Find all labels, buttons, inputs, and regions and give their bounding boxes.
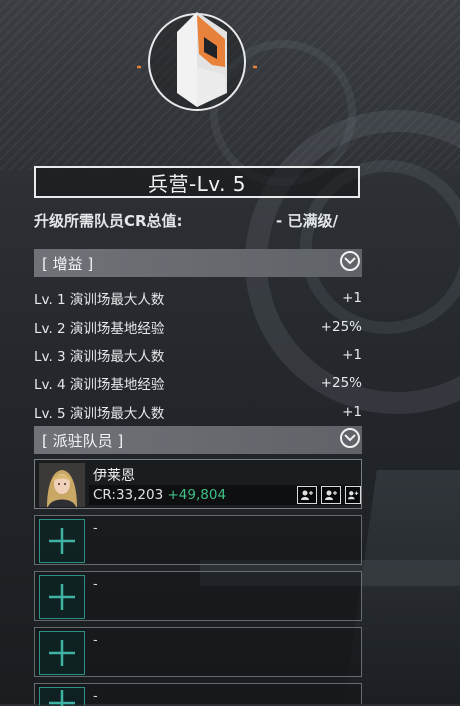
member-avatar (39, 463, 85, 507)
cr-requirement-label: 升级所需队员CR总值: (34, 212, 183, 230)
buff-value: +1 (342, 290, 362, 307)
member-card[interactable]: 伊莱恩 CR:33,203 +49,804 (34, 459, 362, 509)
buff-level: Lv. 4 演训场基地经验 (34, 377, 165, 394)
buff-row: Lv. 5 演训场最大人数 +1 (34, 398, 362, 426)
barracks-emblem-icon (137, 12, 257, 111)
chevron-down-icon[interactable] (340, 251, 360, 271)
building-title: 兵营-Lv. 5 (147, 171, 247, 196)
chevron-down-icon[interactable] (340, 428, 360, 448)
buff-level: Lv. 1 演训场最大人数 (34, 292, 165, 309)
building-title-box: 兵营-Lv. 5 (34, 166, 360, 198)
add-plus-icon[interactable] (39, 631, 85, 675)
slot-placeholder: - (93, 577, 98, 592)
cr-requirement-value: - 已满级/ (276, 212, 338, 230)
slot-placeholder: - (93, 521, 98, 536)
add-plus-icon[interactable] (39, 519, 85, 563)
members-section-title: [ 派驻队员 ] (42, 431, 124, 450)
add-plus-icon[interactable] (39, 575, 85, 619)
empty-member-slot[interactable]: - (34, 571, 362, 621)
buff-level: Lv. 3 演训场最大人数 (34, 348, 165, 365)
add-plus-icon[interactable] (39, 687, 85, 706)
members-section-header[interactable]: [ 派驻队员 ] (34, 426, 362, 454)
buff-value: +25% (320, 375, 362, 392)
buff-row: Lv. 4 演训场基地经验 +25% (34, 369, 362, 397)
member-cr: CR:33,203 +49,804 (93, 487, 227, 503)
empty-member-slot[interactable]: - (34, 515, 362, 565)
user-plus-icon[interactable] (297, 486, 317, 504)
member-cr-bonus: +49,804 (167, 487, 227, 503)
buffs-section-title: [ 增益 ] (42, 254, 94, 273)
buff-value: +1 (342, 346, 362, 363)
buff-row: Lv. 3 演训场最大人数 +1 (34, 341, 362, 369)
buff-row: Lv. 2 演训场基地经验 +25% (34, 312, 362, 340)
buff-row: Lv. 1 演训场最大人数 +1 (34, 284, 362, 312)
user-plus-icon[interactable] (321, 486, 341, 504)
buffs-section-header[interactable]: [ 增益 ] (34, 249, 362, 277)
buff-level: Lv. 5 演训场最大人数 (34, 405, 165, 422)
slot-placeholder: - (93, 633, 98, 648)
member-stats-bar: CR:33,203 +49,804 (89, 485, 361, 505)
user-plus-icon[interactable] (345, 486, 361, 504)
member-name: 伊莱恩 (93, 468, 135, 484)
slot-placeholder: - (93, 689, 98, 704)
buff-level: Lv. 2 演训场基地经验 (34, 320, 165, 337)
buff-value: +1 (342, 403, 362, 420)
empty-member-slot[interactable]: - (34, 627, 362, 677)
empty-member-slot[interactable]: - (34, 683, 362, 706)
buff-value: +25% (320, 318, 362, 335)
buff-list: Lv. 1 演训场最大人数 +1 Lv. 2 演训场基地经验 +25% Lv. … (34, 284, 362, 426)
